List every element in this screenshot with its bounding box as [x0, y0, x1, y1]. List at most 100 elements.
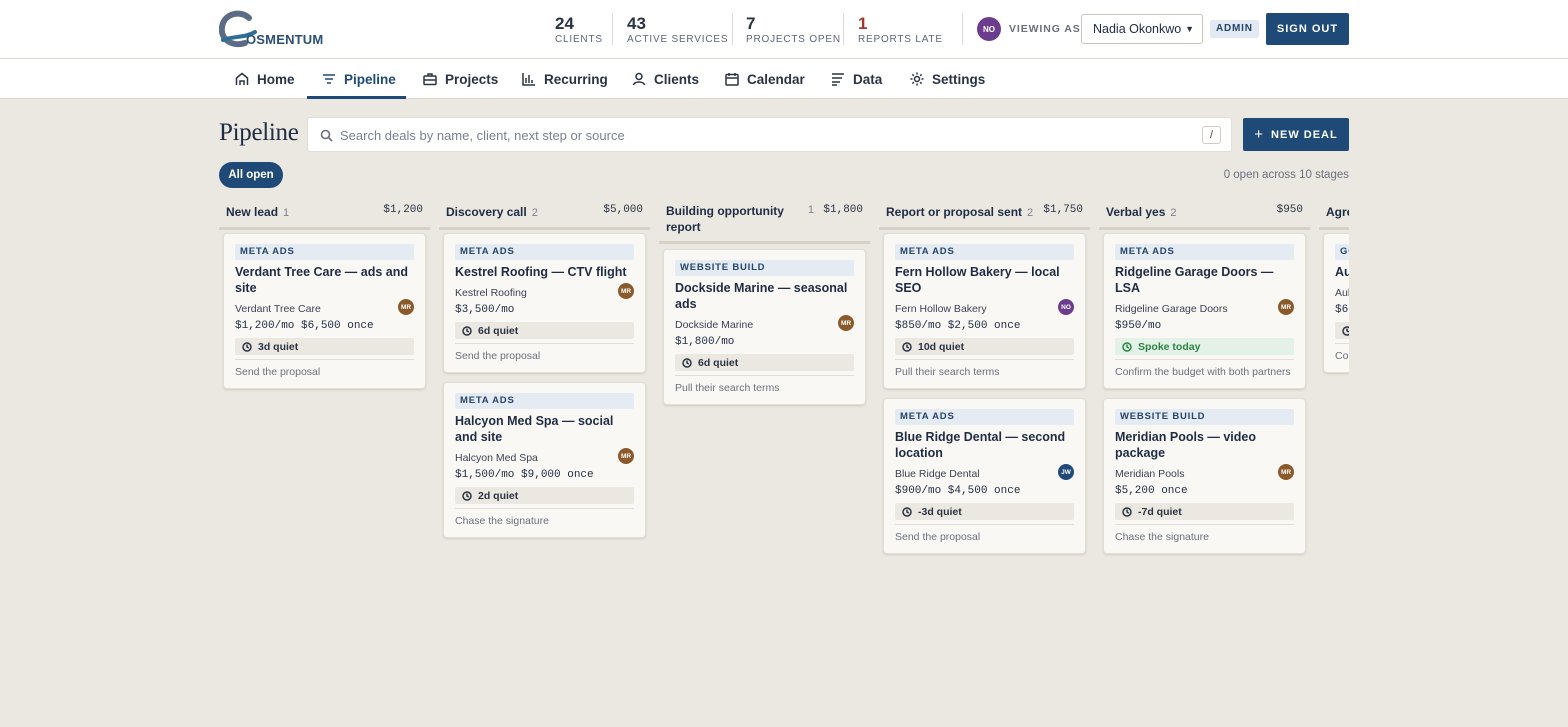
deal-card[interactable]: META ADS Fern Hollow Bakery — local SEO …	[883, 233, 1086, 389]
chevron-down-icon: ▼	[1185, 24, 1194, 34]
client-row: Dockside Marine MR	[675, 315, 854, 331]
client-name: Meridian Pools	[1115, 468, 1185, 480]
deal-title: Au	[1335, 265, 1349, 279]
brand-logo[interactable]: OSMENTUM	[218, 10, 329, 50]
owner-avatar: MR	[398, 299, 414, 315]
owner-avatar: MR	[1278, 299, 1294, 315]
service-tag: META ADS	[235, 244, 414, 260]
deal-card[interactable]: META ADS Kestrel Roofing — CTV flight Ke…	[443, 233, 646, 373]
deal-card[interactable]: WEBSITE BUILD Dockside Marine — seasonal…	[663, 249, 866, 405]
nav-clients[interactable]: Clients	[632, 59, 699, 99]
keyboard-shortcut-hint: /	[1202, 126, 1221, 144]
deal-card[interactable]: WEBSITE BUILD Meridian Pools — video pac…	[1103, 398, 1306, 554]
divider	[612, 13, 613, 45]
clock-icon	[1122, 506, 1132, 517]
deal-title: Kestrel Roofing — CTV flight	[455, 265, 627, 279]
activity-text: 6d quiet	[478, 324, 519, 337]
stage-name: Discovery call	[446, 205, 527, 219]
client-name: Fern Hollow Bakery	[895, 303, 987, 315]
sign-out-button[interactable]: SIGN OUT	[1266, 13, 1349, 45]
stat-label: PROJECTS OPEN	[746, 34, 841, 45]
nav-projects[interactable]: Projects	[423, 59, 498, 99]
stat-clients[interactable]: 24 CLIENTS	[555, 14, 603, 45]
search-icon	[320, 129, 333, 142]
divider	[732, 13, 733, 45]
service-tag: GO	[1335, 244, 1349, 260]
owner-avatar: MR	[838, 315, 854, 331]
service-tag: META ADS	[895, 244, 1074, 260]
client-row: Halcyon Med Spa MR	[455, 448, 634, 464]
service-tag: META ADS	[895, 409, 1074, 425]
nav-label: Calendar	[747, 71, 805, 87]
filter-all-open[interactable]: All open	[219, 162, 283, 188]
stage-column-building-opportunity-report: Building opportunity report 1 $1,800 WEBS…	[659, 200, 870, 405]
client-name: Aub	[1335, 287, 1349, 299]
deal-card[interactable]: META ADS Verdant Tree Care — ads and sit…	[223, 233, 426, 389]
client-row: Fern Hollow Bakery NO	[895, 299, 1074, 315]
nav-settings[interactable]: Settings	[910, 59, 985, 99]
activity-status: 10d quiet	[895, 338, 1074, 355]
deal-title: Dockside Marine — seasonal ads	[675, 281, 848, 311]
stat-active-services[interactable]: 43 ACTIVE SERVICES	[627, 14, 728, 45]
deal-card[interactable]: META ADS Ridgeline Garage Doors — LSA Ri…	[1103, 233, 1306, 389]
client-name: Ridgeline Garage Doors	[1115, 303, 1228, 315]
activity-status: -7d quiet	[1115, 503, 1294, 520]
nav-label: Home	[257, 71, 295, 87]
brand-name: OSMENTUM	[246, 32, 324, 47]
deal-title: Ridgeline Garage Doors — LSA	[1115, 265, 1274, 295]
owner-avatar: MR	[618, 448, 634, 464]
stage-name: New lead	[226, 205, 279, 219]
next-step: Confirm the budget with both partners	[1115, 359, 1294, 388]
stage-amount: $950	[1276, 204, 1303, 216]
clock-icon	[242, 341, 252, 352]
next-step: Con	[1335, 343, 1349, 372]
stage-header: Agre	[1319, 200, 1349, 230]
deal-card[interactable]: META ADS Blue Ridge Dental — second loca…	[883, 398, 1086, 554]
home-icon	[235, 72, 249, 85]
stage-count: 2	[1027, 207, 1034, 219]
activity-text: Spoke today	[1138, 340, 1201, 353]
deal-card[interactable]: GO Au Aub $60 Con	[1323, 233, 1349, 373]
activity-status: 2d quiet	[455, 487, 634, 504]
activity-text: -3d quiet	[918, 505, 962, 518]
nav-pipeline[interactable]: Pipeline	[322, 59, 396, 99]
sun-icon	[910, 72, 924, 86]
bar-chart-icon	[522, 73, 535, 86]
deal-value: $950/mo	[1115, 320, 1162, 332]
stage-header: Building opportunity report 1 $1,800	[659, 200, 870, 244]
clock-icon	[902, 506, 912, 517]
deal-title: Fern Hollow Bakery — local SEO	[895, 265, 1060, 295]
deal-search[interactable]: /	[307, 117, 1232, 152]
clock-icon	[462, 490, 472, 501]
service-tag: WEBSITE BUILD	[1115, 409, 1294, 425]
nav-label: Settings	[932, 71, 986, 87]
stat-projects-open[interactable]: 7 PROJECTS OPEN	[746, 14, 841, 45]
new-deal-button[interactable]: + NEW DEAL	[1243, 118, 1349, 151]
deal-card[interactable]: META ADS Halcyon Med Spa — social and si…	[443, 382, 646, 538]
deal-title: Verdant Tree Care — ads and site	[235, 265, 408, 295]
stage-amount: $1,750	[1043, 204, 1083, 216]
user-avatar: NO	[977, 17, 1001, 41]
plus-icon: +	[1254, 126, 1265, 143]
viewing-as-select[interactable]: Nadia Okonkwo ▼	[1081, 14, 1203, 44]
stage-column-report-or-proposal-sent: Report or proposal sent 2 $1,750 META ADS…	[879, 200, 1090, 554]
client-name: Verdant Tree Care	[235, 303, 321, 315]
selected-user: Nadia Okonkwo	[1093, 22, 1182, 36]
stage-count: 2	[531, 207, 538, 219]
active-tab-indicator	[307, 96, 406, 99]
nav-home[interactable]: Home	[235, 59, 295, 99]
search-input[interactable]	[340, 126, 1190, 145]
service-tag: META ADS	[455, 244, 634, 260]
activity-text: -7d quiet	[1138, 505, 1182, 518]
user-icon	[632, 72, 646, 86]
nav-data[interactable]: Data	[831, 59, 882, 99]
activity-text: 2d quiet	[478, 489, 519, 502]
activity-status: 6d quiet	[455, 322, 634, 339]
nav-recurring[interactable]: Recurring	[522, 59, 608, 99]
stage-count: 1	[807, 204, 814, 216]
clock-icon	[902, 341, 912, 352]
client-row: Meridian Pools MR	[1115, 464, 1294, 480]
stat-reports-late[interactable]: 1 REPORTS LATE	[858, 14, 943, 45]
new-deal-label: NEW DEAL	[1271, 128, 1338, 141]
nav-calendar[interactable]: Calendar	[725, 59, 805, 99]
